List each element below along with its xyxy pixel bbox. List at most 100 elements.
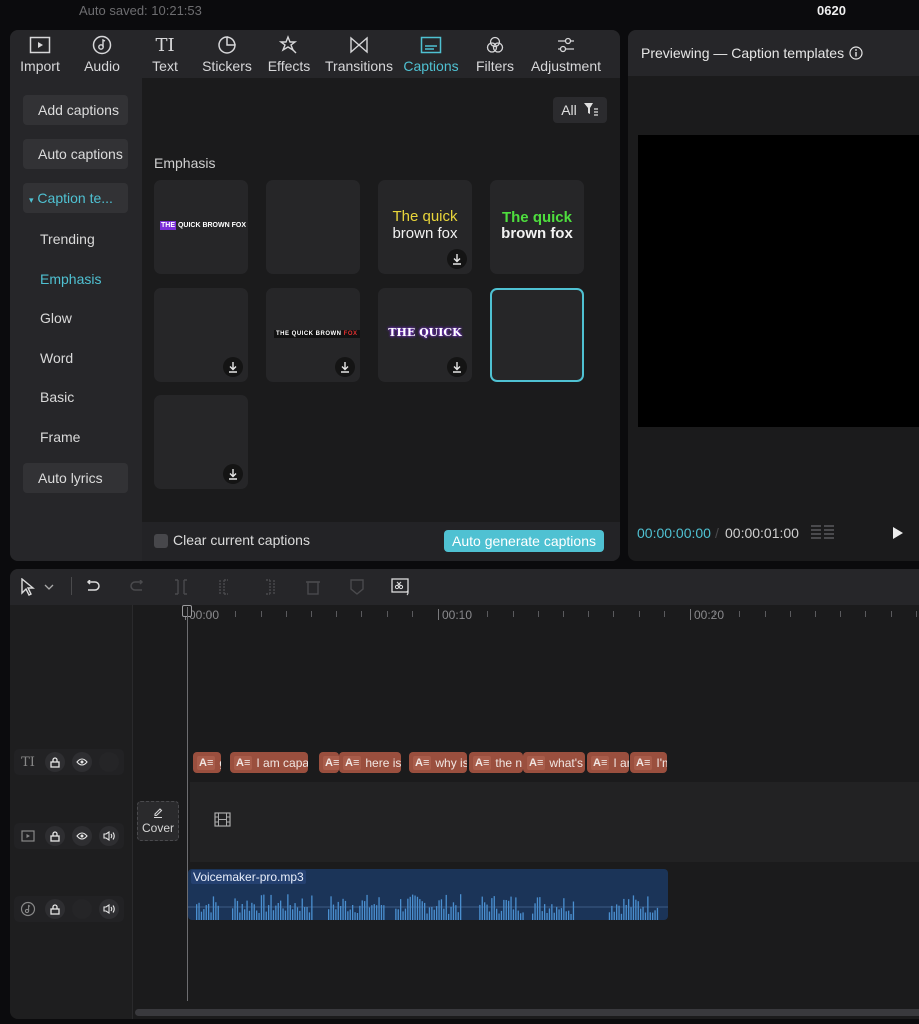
- auto-generate-captions-button[interactable]: Auto generate captions: [444, 530, 604, 552]
- template-tile[interactable]: [266, 180, 360, 274]
- split-icon[interactable]: [171, 577, 191, 597]
- auto-cut-icon[interactable]: [391, 577, 411, 597]
- template-tile-selected[interactable]: [490, 288, 584, 382]
- download-icon[interactable]: [447, 249, 467, 269]
- template-tile[interactable]: [154, 288, 248, 382]
- sidebar-item-glow[interactable]: Glow: [40, 310, 72, 326]
- caption-clip[interactable]: A≡ the n: [469, 752, 523, 773]
- download-icon[interactable]: [223, 357, 243, 377]
- text-icon: TI: [155, 34, 175, 56]
- template-tile[interactable]: The quick brown fox: [490, 180, 584, 274]
- waveform-bar: [395, 908, 397, 920]
- sidebar-item-emphasis[interactable]: Emphasis: [40, 271, 101, 287]
- waveform-bar: [289, 905, 291, 920]
- auto-captions-button[interactable]: Auto captions: [23, 139, 128, 169]
- caption-clip[interactable]: A≡ I ar: [587, 752, 629, 773]
- play-icon[interactable]: [892, 526, 904, 545]
- ruler-minor-tick: [815, 611, 816, 617]
- lock-icon[interactable]: [45, 826, 65, 846]
- template-tile[interactable]: The quick brown fox: [378, 180, 472, 274]
- redo-icon[interactable]: [127, 577, 147, 597]
- tab-captions[interactable]: Captions: [398, 30, 464, 78]
- volume-icon[interactable]: [99, 899, 119, 919]
- waveform-bar: [544, 904, 546, 920]
- ruler-minor-tick: [537, 611, 539, 617]
- caption-clip[interactable]: A≡ here is: [339, 752, 401, 773]
- caption-clip-text: what's: [549, 755, 584, 770]
- tab-adjustment[interactable]: Adjustment: [526, 30, 606, 78]
- tab-transitions[interactable]: Transitions: [320, 30, 398, 78]
- video-track-header: [14, 823, 124, 849]
- sidebar-item-word[interactable]: Word: [40, 350, 73, 366]
- waveform-bar: [296, 907, 299, 920]
- caption-templates-button[interactable]: ▾ Caption te...: [23, 183, 128, 213]
- track-headers: TI: [10, 605, 133, 1019]
- download-icon[interactable]: [447, 357, 467, 377]
- marker-icon[interactable]: [347, 577, 367, 597]
- caption-clip[interactable]: A≡ why is: [409, 752, 467, 773]
- waveform-bar: [378, 897, 380, 920]
- waveform-bar: [409, 896, 411, 920]
- clear-captions-label[interactable]: Clear current captions: [173, 532, 310, 548]
- caption-clip[interactable]: A≡I'm: [630, 752, 667, 773]
- undo-icon[interactable]: [83, 577, 103, 597]
- sidebar-item-frame[interactable]: Frame: [40, 429, 80, 445]
- caption-text-icon: A≡: [591, 755, 610, 770]
- eye-icon[interactable]: [72, 752, 92, 772]
- waveform-bar: [616, 904, 618, 920]
- split-left-icon[interactable]: [215, 577, 235, 597]
- time-ruler[interactable]: 00:00 00:10 00:20: [133, 605, 919, 625]
- chevron-down-icon[interactable]: [43, 577, 55, 597]
- empty-slot: [99, 752, 119, 772]
- waveform-bar: [364, 901, 366, 920]
- download-icon[interactable]: [223, 464, 243, 484]
- autosave-status: Auto saved: 10:21:53: [79, 3, 202, 18]
- ruler-minor-tick: [789, 611, 791, 617]
- tab-import[interactable]: Import: [10, 30, 70, 78]
- template-tile[interactable]: [154, 395, 248, 489]
- project-name[interactable]: 0620: [817, 3, 846, 18]
- caption-clip[interactable]: A≡ I am capa: [230, 752, 308, 773]
- template-tile[interactable]: THE QUICK BROWN FOX: [266, 288, 360, 382]
- clear-captions-checkbox[interactable]: [154, 534, 168, 548]
- waveform-bar: [404, 908, 407, 920]
- caption-clip[interactable]: A≡: [319, 752, 339, 773]
- filter-button[interactable]: All: [553, 97, 607, 123]
- audio-clip[interactable]: Voicemaker-pro.mp3: [188, 869, 668, 920]
- add-captions-button[interactable]: Add captions: [23, 95, 128, 125]
- tab-filters[interactable]: Filters: [464, 30, 526, 78]
- download-icon[interactable]: [335, 357, 355, 377]
- delete-icon[interactable]: [303, 577, 323, 597]
- caption-clip[interactable]: A≡g: [193, 752, 221, 773]
- cover-button[interactable]: Cover: [137, 801, 179, 841]
- info-icon[interactable]: [849, 46, 863, 65]
- video-track[interactable]: [190, 782, 919, 862]
- eye-icon[interactable]: [72, 826, 92, 846]
- preview-canvas[interactable]: [638, 135, 919, 427]
- waveform-bar: [282, 908, 284, 920]
- tab-audio[interactable]: Audio: [70, 30, 134, 78]
- template-tile[interactable]: THE QUICK BROWN FOX: [154, 180, 248, 274]
- stickers-icon: [217, 35, 237, 55]
- ruler-minor-tick: [386, 611, 388, 617]
- sidebar-item-basic[interactable]: Basic: [40, 389, 74, 405]
- caption-clip[interactable]: A≡ what's: [523, 752, 585, 773]
- horizontal-scrollbar[interactable]: [135, 1009, 919, 1016]
- select-cursor-icon[interactable]: [18, 577, 38, 597]
- tab-effects[interactable]: Effects: [258, 30, 320, 78]
- template-tile[interactable]: THE QUICK: [378, 288, 472, 382]
- auto-lyrics-button[interactable]: Auto lyrics: [23, 463, 128, 493]
- lock-icon[interactable]: [45, 899, 65, 919]
- waveform-bar: [299, 910, 301, 920]
- ruler-label: 00:00: [189, 608, 220, 622]
- playhead[interactable]: [187, 607, 188, 1001]
- tab-text[interactable]: TI Text: [134, 30, 196, 78]
- sidebar-item-trending[interactable]: Trending: [40, 231, 95, 247]
- lock-icon[interactable]: [45, 752, 65, 772]
- split-right-icon[interactable]: [259, 577, 279, 597]
- caption-clip-text: I ar: [613, 755, 629, 770]
- tab-stickers[interactable]: Stickers: [196, 30, 258, 78]
- volume-icon[interactable]: [99, 826, 119, 846]
- waveform-bar: [625, 905, 627, 920]
- ratio-icon[interactable]: [811, 524, 835, 547]
